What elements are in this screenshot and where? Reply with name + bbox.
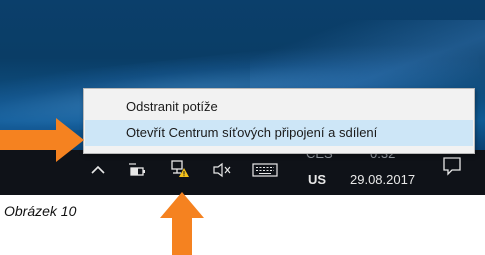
- arrow-up-icon: [160, 192, 204, 255]
- menu-item-troubleshoot[interactable]: Odstranit potíže: [85, 94, 473, 120]
- network-warning-icon[interactable]: [170, 159, 190, 179]
- figure-caption: Obrázek 10: [4, 203, 77, 219]
- chevron-up-icon[interactable]: [90, 163, 106, 177]
- clock-date[interactable]: 29.08.2017: [350, 172, 415, 187]
- menu-item-label: Otevřít Centrum síťových připojení a sdí…: [126, 125, 378, 140]
- battery-icon[interactable]: [128, 163, 146, 177]
- network-context-menu: Odstranit potíže Otevřít Centrum síťovýc…: [83, 88, 475, 154]
- language-indicator[interactable]: US: [308, 172, 326, 187]
- notifications-icon[interactable]: [442, 156, 462, 176]
- menu-item-label: Odstranit potíže: [126, 99, 218, 114]
- arrow-right-icon: [0, 118, 84, 162]
- keyboard-icon[interactable]: [252, 163, 278, 177]
- speaker-muted-icon[interactable]: [212, 162, 232, 178]
- menu-item-open-network-center[interactable]: Otevřít Centrum síťových připojení a sdí…: [85, 120, 473, 146]
